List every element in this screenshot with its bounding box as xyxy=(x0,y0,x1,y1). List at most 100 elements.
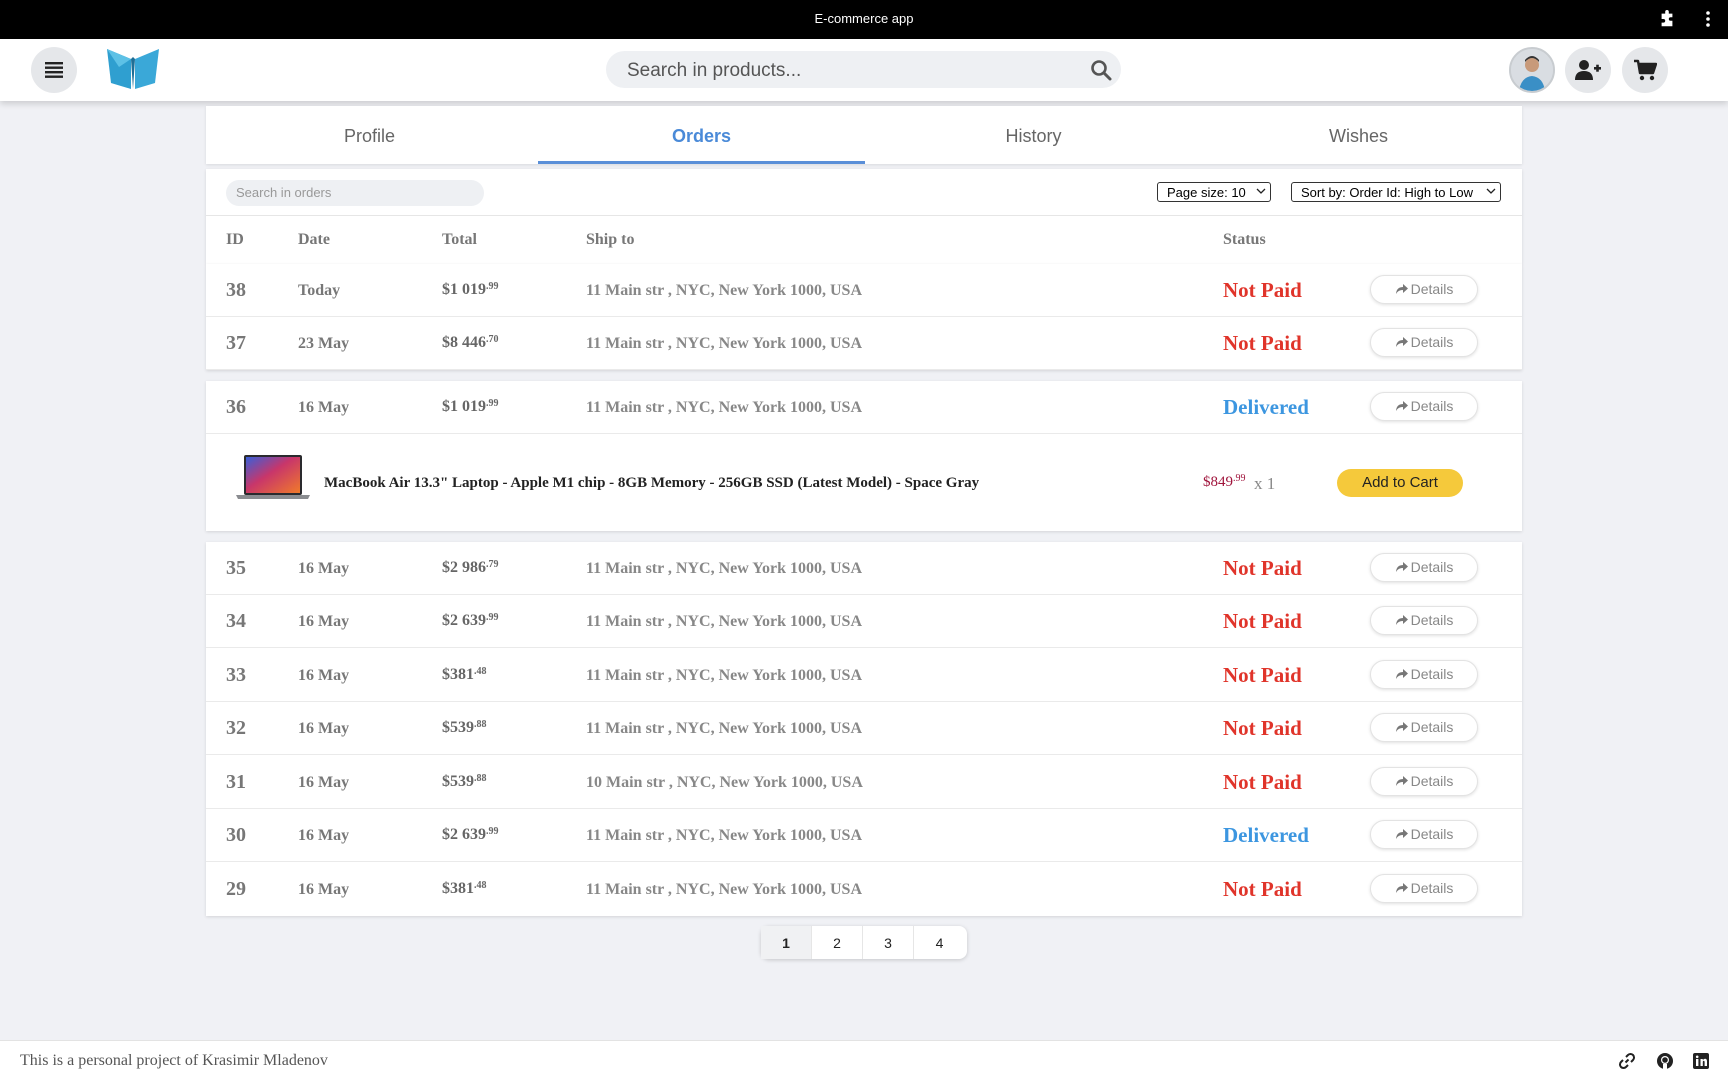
column-header-date[interactable]: Date xyxy=(298,231,330,249)
link-icon[interactable] xyxy=(1618,1052,1636,1070)
column-header-id[interactable]: ID xyxy=(226,231,244,249)
share-arrow-icon xyxy=(1395,669,1408,679)
github-icon[interactable] xyxy=(1656,1052,1674,1070)
table-row[interactable]: 34 16 May $2 639.99 11 Main str , NYC, New … xyxy=(206,595,1522,648)
tab-orders[interactable]: Orders xyxy=(538,106,865,164)
page-size-select[interactable]: Page size: 10 xyxy=(1157,182,1271,202)
cart-button[interactable] xyxy=(1622,47,1668,93)
add-user-button[interactable] xyxy=(1565,47,1611,93)
details-label: Details xyxy=(1410,559,1454,575)
status-badge: Not Paid xyxy=(1223,877,1302,901)
status-badge: Not Paid xyxy=(1223,609,1302,633)
table-row[interactable]: 33 16 May $381.48 11 Main str , NYC, New Yo… xyxy=(206,649,1522,702)
order-ship-to: 11 Main str , NYC, New York 1000, USA xyxy=(586,399,862,416)
details-button[interactable]: Details xyxy=(1370,767,1478,796)
details-button[interactable]: Details xyxy=(1370,275,1478,304)
order-total-cents: .70 xyxy=(486,334,499,345)
order-id: 37 xyxy=(226,332,246,354)
search-icon[interactable] xyxy=(1089,58,1113,82)
linkedin-icon[interactable] xyxy=(1692,1052,1710,1070)
product-search-input[interactable]: Search in products... xyxy=(606,51,1121,88)
app-logo[interactable] xyxy=(105,45,161,91)
more-vertical-icon[interactable] xyxy=(1700,9,1716,29)
order-total-cents: .88 xyxy=(474,719,487,730)
table-row[interactable]: 31 16 May $539.88 10 Main str , NYC, New Yo… xyxy=(206,756,1522,809)
table-row[interactable]: 35 16 May $2 986.79 11 Main str , NYC, New … xyxy=(206,542,1522,595)
share-arrow-icon xyxy=(1395,562,1408,572)
column-header-status[interactable]: Status xyxy=(1223,231,1266,249)
order-total: $539.88 xyxy=(442,719,487,737)
order-ship-to: 11 Main str , NYC, New York 1000, USA xyxy=(586,613,862,630)
order-total: $1 019.99 xyxy=(442,398,499,416)
order-ship-to: 11 Main str , NYC, New York 1000, USA xyxy=(586,881,862,898)
tab-history[interactable]: History xyxy=(870,106,1197,164)
user-avatar[interactable] xyxy=(1509,47,1555,93)
tab-wishes[interactable]: Wishes xyxy=(1195,106,1522,164)
product-price: $849.99 xyxy=(1203,473,1246,491)
footer: This is a personal project of Krasimir M… xyxy=(0,1040,1728,1080)
details-button[interactable]: Details xyxy=(1370,553,1478,582)
order-total-int: $381 xyxy=(442,666,474,683)
menu-button[interactable] xyxy=(31,47,77,93)
order-total-cents: .99 xyxy=(486,398,499,409)
order-ship-to: 11 Main str , NYC, New York 1000, USA xyxy=(586,335,862,352)
details-label: Details xyxy=(1410,398,1454,414)
expanded-order: 36 16 May $1 019.99 11 Main str , NYC, New … xyxy=(206,381,1522,531)
order-total-cents: .88 xyxy=(474,773,487,784)
avatar-image xyxy=(1511,49,1553,91)
chevron-down-icon xyxy=(1486,188,1496,194)
order-date: 23 May xyxy=(298,335,350,352)
table-row[interactable]: 32 16 May $539.88 11 Main str , NYC, New Yo… xyxy=(206,702,1522,755)
pagination: 1 2 3 4 xyxy=(761,926,967,959)
details-label: Details xyxy=(1410,612,1454,628)
order-total: $2 639.99 xyxy=(442,612,499,630)
order-total: $2 986.79 xyxy=(442,559,499,577)
order-date: 16 May xyxy=(298,881,350,898)
order-total-cents: .79 xyxy=(486,559,499,570)
page-3-button[interactable]: 3 xyxy=(863,926,914,959)
page-1-button[interactable]: 1 xyxy=(761,926,812,959)
orders-table-group: 38 Today $1 019.99 11 Main str , NYC, New Y… xyxy=(206,264,1522,370)
details-button[interactable]: Details xyxy=(1370,713,1478,742)
order-total: $1 019.99 xyxy=(442,281,499,299)
order-total: $8 446.70 xyxy=(442,334,499,352)
status-badge: Not Paid xyxy=(1223,556,1302,580)
sort-by-select[interactable]: Sort by: Order Id: High to Low xyxy=(1291,182,1501,202)
orders-search-input[interactable]: Search in orders xyxy=(226,180,484,206)
order-date: 16 May xyxy=(298,613,350,630)
add-to-cart-button[interactable]: Add to Cart xyxy=(1337,469,1463,497)
table-row[interactable]: 36 16 May $1 019.99 11 Main str , NYC, New … xyxy=(206,381,1522,434)
order-ship-to: 11 Main str , NYC, New York 1000, USA xyxy=(586,720,862,737)
share-arrow-icon xyxy=(1395,401,1408,411)
order-id: 32 xyxy=(226,717,246,739)
details-button[interactable]: Details xyxy=(1370,328,1478,357)
table-row[interactable]: 38 Today $1 019.99 11 Main str , NYC, New Y… xyxy=(206,264,1522,317)
status-badge: Delivered xyxy=(1223,395,1309,419)
order-total: $2 639.99 xyxy=(442,826,499,844)
order-total-int: $2 639 xyxy=(442,826,486,843)
table-row[interactable]: 37 23 May $8 446.70 11 Main str , NYC, New … xyxy=(206,317,1522,370)
details-button[interactable]: Details xyxy=(1370,392,1478,421)
table-row[interactable]: 29 16 May $381.48 11 Main str , NYC, New Yo… xyxy=(206,863,1522,916)
product-name[interactable]: MacBook Air 13.3" Laptop - Apple M1 chip… xyxy=(324,475,979,492)
details-button[interactable]: Details xyxy=(1370,874,1478,903)
orders-search-placeholder: Search in orders xyxy=(236,185,332,200)
page-4-button[interactable]: 4 xyxy=(914,926,965,959)
order-total-int: $381 xyxy=(442,880,474,897)
order-total-int: $1 019 xyxy=(442,281,486,298)
page-2-button[interactable]: 2 xyxy=(812,926,863,959)
order-total-int: $2 639 xyxy=(442,612,486,629)
details-label: Details xyxy=(1410,334,1454,350)
table-row[interactable]: 30 16 May $2 639.99 11 Main str , NYC, New … xyxy=(206,809,1522,862)
tab-profile[interactable]: Profile xyxy=(206,106,533,164)
details-button[interactable]: Details xyxy=(1370,606,1478,635)
details-button[interactable]: Details xyxy=(1370,820,1478,849)
column-header-ship-to[interactable]: Ship to xyxy=(586,231,634,249)
status-badge: Delivered xyxy=(1223,823,1309,847)
column-header-total[interactable]: Total xyxy=(442,231,477,249)
hamburger-icon xyxy=(45,62,63,78)
details-button[interactable]: Details xyxy=(1370,660,1478,689)
product-thumbnail[interactable] xyxy=(234,453,312,501)
details-label: Details xyxy=(1410,666,1454,682)
extensions-puzzle-icon[interactable] xyxy=(1658,10,1676,28)
